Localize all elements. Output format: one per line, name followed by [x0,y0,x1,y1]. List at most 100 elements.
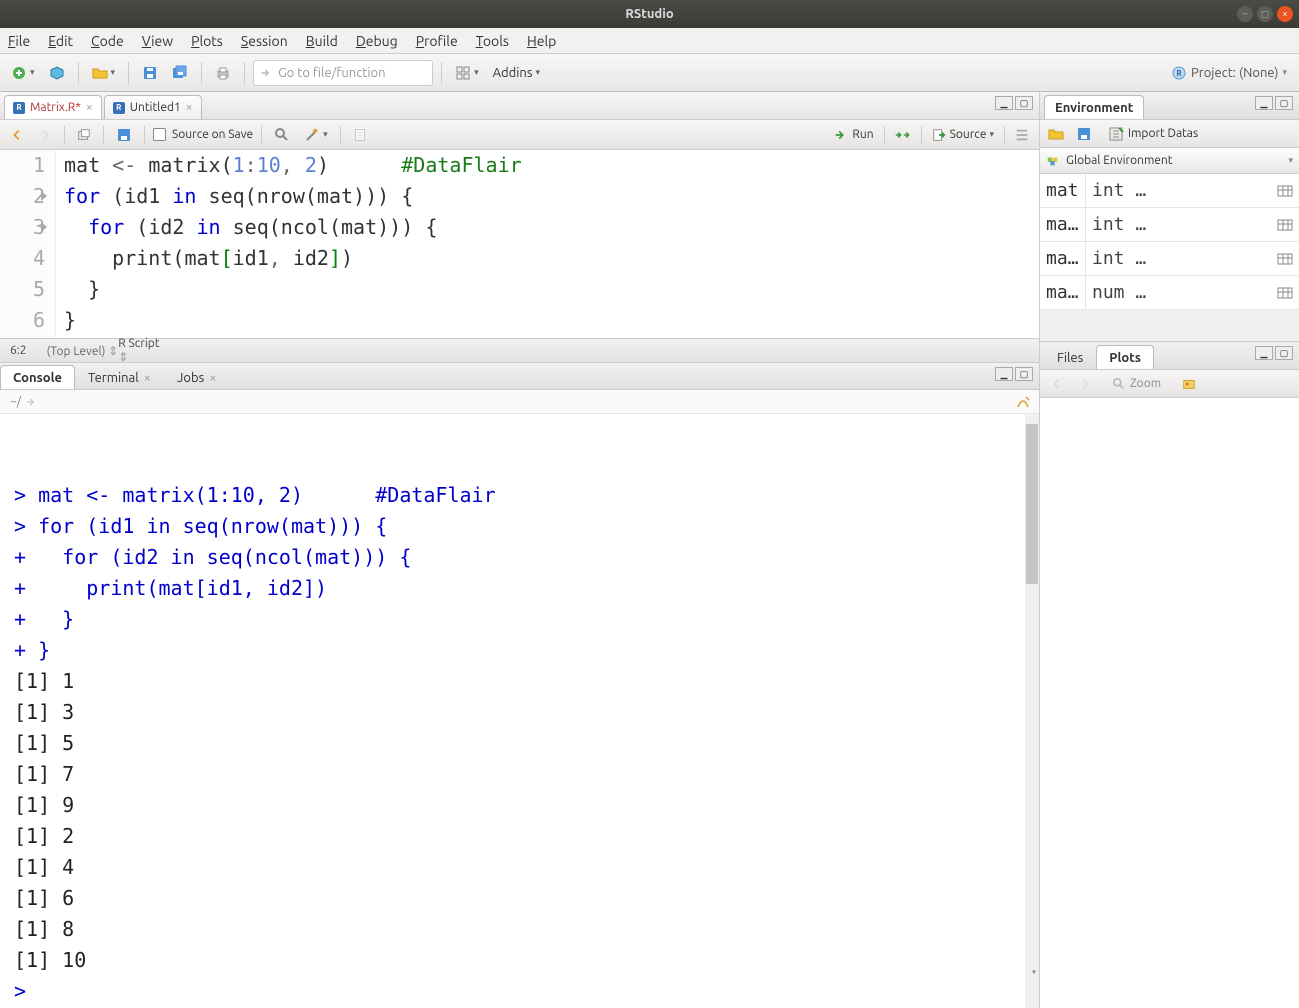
run-button[interactable]: Run [830,124,877,146]
goto-file-function-input[interactable]: Go to file/function [253,60,433,86]
run-icon [834,128,848,142]
save-file-button[interactable] [112,124,136,146]
project-cube-icon [49,65,65,81]
clear-console-icon[interactable] [1015,394,1031,410]
menu-help[interactable]: Help [527,33,556,49]
compile-report-button[interactable] [349,124,371,146]
code-area[interactable]: mat <- matrix(1:10, 2) #DataFlairfor (id… [56,150,1039,338]
table-icon[interactable] [1275,217,1295,233]
print-icon [215,65,231,81]
print-button[interactable] [210,60,236,86]
save-icon [116,127,132,143]
console-path-bar: ~/ [0,390,1039,414]
scope-icon [1046,154,1060,168]
table-icon[interactable] [1275,183,1295,199]
find-button[interactable] [270,124,294,146]
editor-body[interactable]: 123456 mat <- matrix(1:10, 2) #DataFlair… [0,150,1039,338]
menu-code[interactable]: Code [91,33,124,49]
minimize-pane-button[interactable]: ▁ [1255,346,1273,360]
tab-files[interactable]: Files [1044,345,1096,369]
arrow-right-icon [38,128,52,142]
close-tab-icon[interactable]: × [186,101,193,114]
menu-profile[interactable]: Profile [416,33,458,49]
export-plot-button[interactable] [1177,373,1201,395]
console-output[interactable]: > mat <- matrix(1:10, 2) #DataFlair> for… [0,414,1039,1008]
tab-jobs[interactable]: Jobs× [164,365,230,389]
menu-edit[interactable]: Edit [48,33,73,49]
file-type[interactable]: R Script ⇕ [118,337,1029,364]
arrow-right-icon [1078,377,1092,391]
show-in-new-window-button[interactable] [73,124,95,146]
new-project-button[interactable] [44,60,70,86]
maximize-pane-button[interactable]: ▢ [1275,346,1293,360]
code-tools-button[interactable] [300,124,332,146]
source-on-save-checkbox[interactable] [153,128,166,141]
close-tab-icon[interactable]: × [86,101,93,114]
file-tab-untitled[interactable]: R Untitled1 × [104,95,202,119]
env-row[interactable]: ma…int … [1040,208,1299,242]
minimize-pane-button[interactable]: ▁ [995,367,1013,381]
menu-tools[interactable]: Tools [476,33,509,49]
console-scrollbar[interactable]: ▾ [1025,414,1039,1008]
tab-plots[interactable]: Plots [1096,345,1154,369]
menu-file[interactable]: File [8,33,30,49]
save-workspace-button[interactable] [1072,123,1096,145]
file-tab-label: Untitled1 [130,101,181,114]
tab-environment[interactable]: Environment [1044,95,1144,119]
maximize-pane-button[interactable]: ▢ [1275,96,1293,110]
environment-scope[interactable]: Global Environment ▾ [1040,148,1299,174]
menu-view[interactable]: View [142,33,173,49]
zoom-icon [1112,377,1126,391]
goto-placeholder: Go to file/function [278,66,385,80]
forward-button[interactable] [34,124,56,146]
minimize-pane-button[interactable]: ▁ [995,96,1013,110]
window-close-button[interactable]: × [1277,6,1293,22]
table-icon[interactable] [1275,285,1295,301]
window-minimize-button[interactable]: – [1237,6,1253,22]
plot-next-button[interactable] [1074,373,1096,395]
tab-console[interactable]: Console [0,365,75,389]
environment-tabs: Environment ▁ ▢ [1040,92,1299,120]
env-row[interactable]: ma…int … [1040,242,1299,276]
save-all-button[interactable] [167,60,193,86]
rerun-button[interactable] [891,124,915,146]
scope-indicator[interactable]: (Top Level) [47,344,119,358]
open-file-button[interactable] [87,60,121,86]
menu-plots[interactable]: Plots [191,33,223,49]
project-menu[interactable]: R Project: (None) ▾ [1171,65,1293,81]
new-file-button[interactable] [6,60,40,86]
menu-debug[interactable]: Debug [356,33,398,49]
source-button[interactable]: Source [928,124,998,146]
plots-tabs: Files Plots ▁ ▢ [1040,342,1299,370]
import-dataset-button[interactable]: Import Datas [1104,123,1202,145]
file-tab-matrix[interactable]: R Matrix.R* × [4,95,102,119]
window-maximize-button[interactable]: ◻ [1257,6,1273,22]
workspace-panes-button[interactable] [450,60,484,86]
goto-arrow-icon [260,67,272,79]
save-button[interactable] [137,60,163,86]
popout-icon[interactable] [25,396,37,408]
plots-toolbar: Zoom [1040,370,1299,398]
r-project-icon: R [1171,65,1187,81]
plot-prev-button[interactable] [1046,373,1068,395]
console-tabs: Console Terminal× Jobs× ▁ ▢ [0,362,1039,390]
environment-toolbar: Import Datas [1040,120,1299,148]
outline-button[interactable] [1011,124,1033,146]
maximize-pane-button[interactable]: ▢ [1015,367,1033,381]
table-icon[interactable] [1275,251,1295,267]
back-button[interactable] [6,124,28,146]
minimize-pane-button[interactable]: ▁ [1255,96,1273,110]
folder-open-icon [1048,126,1064,142]
plots-area [1040,398,1299,1008]
addins-button[interactable]: Addins [488,60,545,86]
menu-build[interactable]: Build [306,33,338,49]
env-row[interactable]: ma…num … [1040,276,1299,310]
maximize-pane-button[interactable]: ▢ [1015,96,1033,110]
editor-toolbar: Source on Save Run Source [0,120,1039,150]
menu-session[interactable]: Session [241,33,288,49]
save-icon [1076,126,1092,142]
env-row[interactable]: matint … [1040,174,1299,208]
zoom-button[interactable]: Zoom [1108,373,1165,395]
tab-terminal[interactable]: Terminal× [75,365,164,389]
load-workspace-button[interactable] [1044,123,1068,145]
